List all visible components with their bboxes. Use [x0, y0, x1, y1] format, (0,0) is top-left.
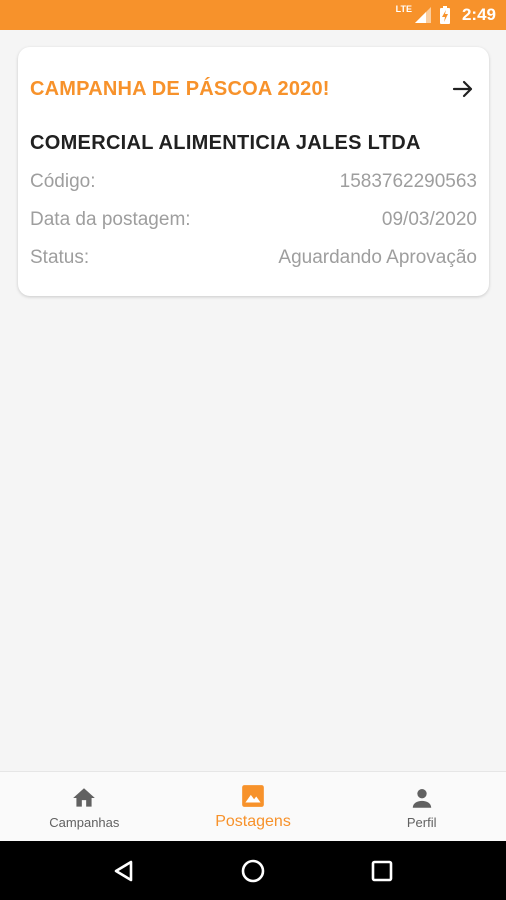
code-value: 1583762290563	[339, 171, 477, 192]
post-date-value: 09/03/2020	[381, 209, 477, 230]
status-value: Aguardando Aprovação	[278, 247, 477, 268]
status-row: Status: Aguardando Aprovação	[30, 247, 477, 269]
campaign-title: CAMPANHA DE PÁSCOA 2020!	[30, 77, 330, 100]
person-icon	[412, 788, 431, 808]
clock: 2:49	[461, 5, 496, 24]
nav-label-perfil: Perfil	[406, 814, 437, 830]
signal-icon	[414, 7, 431, 23]
card-header: CAMPANHA DE PÁSCOA 2020!	[30, 74, 475, 104]
home-circle-icon[interactable]	[239, 857, 267, 885]
status-label: Status:	[30, 247, 90, 268]
status-icons: LTE 2:49	[395, 4, 496, 25]
post-date-label: Data da postagem:	[30, 209, 191, 230]
code-row: Código: 1583762290563	[30, 171, 477, 193]
status-bar: LTE 2:49	[0, 0, 506, 30]
code-label: Código:	[30, 171, 96, 192]
nav-item-postagens[interactable]: Postagens	[169, 772, 338, 842]
nav-item-campanhas[interactable]: Campanhas	[0, 772, 169, 842]
nav-item-perfil[interactable]: Perfil	[337, 772, 506, 842]
bottom-navigation: Campanhas Postagens Perfil	[0, 771, 506, 842]
home-icon	[73, 787, 96, 807]
back-icon[interactable]	[110, 857, 138, 885]
arrow-right-icon[interactable]	[451, 77, 475, 101]
recents-icon[interactable]	[368, 857, 396, 885]
system-navigation-bar	[0, 841, 506, 900]
post-card[interactable]: CAMPANHA DE PÁSCOA 2020! COMERCIAL ALIME…	[18, 47, 489, 296]
nav-label-postagens: Postagens	[215, 813, 291, 830]
battery-charging-icon	[439, 6, 450, 24]
nav-label-campanhas: Campanhas	[49, 814, 120, 830]
network-type: LTE	[395, 4, 412, 14]
image-icon	[242, 785, 264, 807]
post-date-row: Data da postagem: 09/03/2020	[30, 209, 477, 231]
company-name: COMERCIAL ALIMENTICIA JALES LTDA	[30, 132, 421, 154]
